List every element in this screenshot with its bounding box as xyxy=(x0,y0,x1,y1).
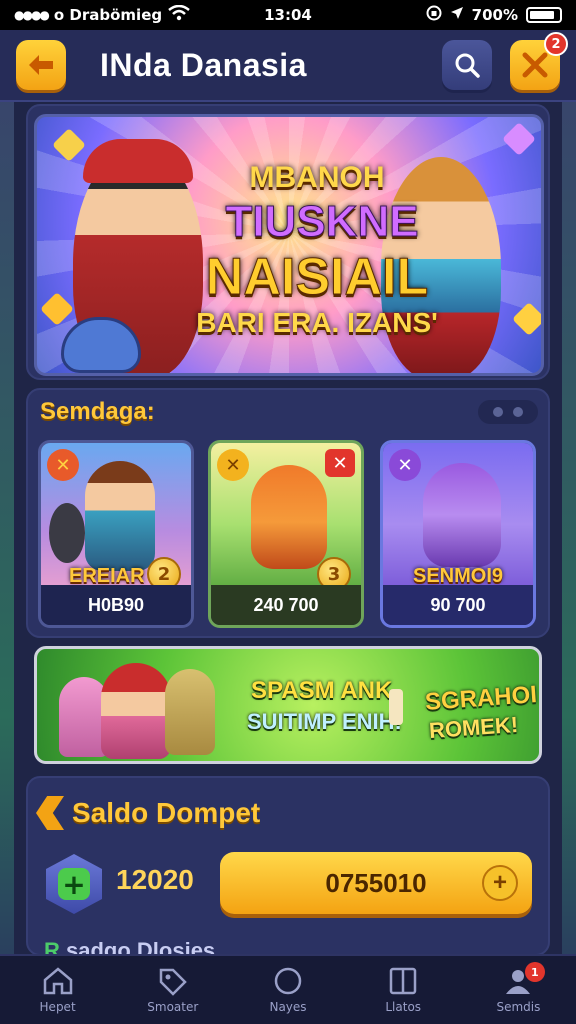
hero-banner[interactable]: MBANOH TIUSKNE NAISIAIL BARI ERA. IZANS' xyxy=(34,114,544,376)
home-icon xyxy=(41,966,75,996)
tools-icon: ✕ xyxy=(389,449,421,481)
wolf-character-art xyxy=(423,463,501,567)
nav-label: Smoater xyxy=(147,1000,199,1014)
nav-label: Llatos xyxy=(385,1000,422,1014)
book-icon xyxy=(386,966,420,996)
pager-dot[interactable] xyxy=(493,407,503,417)
banner-line-3: NAISIAIL xyxy=(205,248,429,307)
tools-icon: ✕ xyxy=(47,449,79,481)
app-header: INda Danasia 2 xyxy=(0,30,576,102)
item-card[interactable]: ✕ ✕ 3 240 700 xyxy=(208,440,364,628)
section-title: Semdaga: xyxy=(40,398,155,425)
promo-banner[interactable]: SPASM ANK SUITIMP ENIH! SGRAHOI ROMEK! xyxy=(34,646,542,764)
banner-line-4: BARI ERA. IZANS' xyxy=(196,307,438,338)
close-icon[interactable]: ✕ xyxy=(325,449,355,477)
background-edge-left xyxy=(0,0,14,1024)
back-button[interactable] xyxy=(16,40,66,90)
topup-button-label: 0755010 xyxy=(325,867,427,898)
circle-icon xyxy=(271,966,305,996)
promo-line-4: ROMEK! xyxy=(428,711,519,744)
card-price: H0B90 xyxy=(41,585,191,625)
carrier-name: o Drabömieg xyxy=(53,6,163,24)
battery-percent: 700% xyxy=(471,6,518,24)
lock-rotation-icon xyxy=(426,5,442,25)
cat-tail-art xyxy=(49,503,85,563)
item-card[interactable]: ✕ EREIAR 2 H0B90 xyxy=(38,440,194,628)
back-arrow-icon xyxy=(29,55,53,75)
fox-character-art xyxy=(251,465,327,569)
character-hat xyxy=(83,139,193,183)
wallet-title-text: Saldo Dompet xyxy=(72,797,261,828)
plus-icon: + xyxy=(58,868,90,901)
wifi-icon xyxy=(168,4,190,25)
search-button[interactable] xyxy=(442,40,492,90)
crossed-tools-icon xyxy=(522,52,548,78)
character-art xyxy=(85,461,155,571)
search-icon xyxy=(455,53,480,78)
plus-circle-icon: + xyxy=(482,865,518,901)
page-title: INda Danasia xyxy=(100,46,307,83)
bottom-nav: Hepet Smoater Nayes Llatos Semdis 1 xyxy=(0,954,576,1024)
chevron-left-icon xyxy=(36,796,64,830)
nav-label: Nayes xyxy=(269,1000,307,1014)
tools-icon: ✕ xyxy=(217,449,249,481)
background-edge-right xyxy=(562,0,576,1024)
character-art xyxy=(101,663,171,759)
wallet-balance: 12020 xyxy=(116,864,194,895)
bottle-icon xyxy=(389,689,403,725)
pager-dot[interactable] xyxy=(513,407,523,417)
topup-button[interactable]: 0755010 + xyxy=(220,852,532,914)
clock: 13:04 xyxy=(264,6,312,24)
signal-dots-icon: ●●●● xyxy=(14,8,50,22)
nav-label: Hepet xyxy=(39,1000,76,1014)
character-art xyxy=(165,669,215,755)
battery-icon xyxy=(526,7,562,23)
nav-label: Semdis xyxy=(496,1000,541,1014)
notifications-button[interactable]: 2 xyxy=(510,32,568,90)
carousel-pager[interactable] xyxy=(478,400,538,424)
banner-line-1: MBANOH xyxy=(249,161,385,194)
card-price: 240 700 xyxy=(211,585,361,625)
status-bar: ●●●● o Drabömieg 13:04 700% xyxy=(0,0,576,30)
nav-item-list[interactable]: Llatos xyxy=(346,956,461,1024)
nav-item-home[interactable]: Hepet xyxy=(0,956,115,1024)
wallet-title: Saldo Dompet xyxy=(36,796,260,830)
item-card[interactable]: ✕ SENMOI9 90 700 xyxy=(380,440,536,628)
card-price: 90 700 xyxy=(383,585,533,625)
promo-line-2: SUITIMP ENIH! xyxy=(247,709,402,734)
banner-line-2: TIUSKNE xyxy=(225,197,419,247)
tag-icon xyxy=(156,966,190,996)
nav-item-profile[interactable]: Semdis 1 xyxy=(461,956,576,1024)
promo-line-3: SGRAHOI xyxy=(424,681,538,716)
notification-badge: 2 xyxy=(544,32,568,56)
nav-item-store[interactable]: Smoater xyxy=(115,956,230,1024)
location-arrow-icon xyxy=(450,6,464,24)
nav-item-games[interactable]: Nayes xyxy=(230,956,345,1024)
profile-badge: 1 xyxy=(524,962,545,982)
promo-line-1: SPASM ANK xyxy=(251,677,393,704)
